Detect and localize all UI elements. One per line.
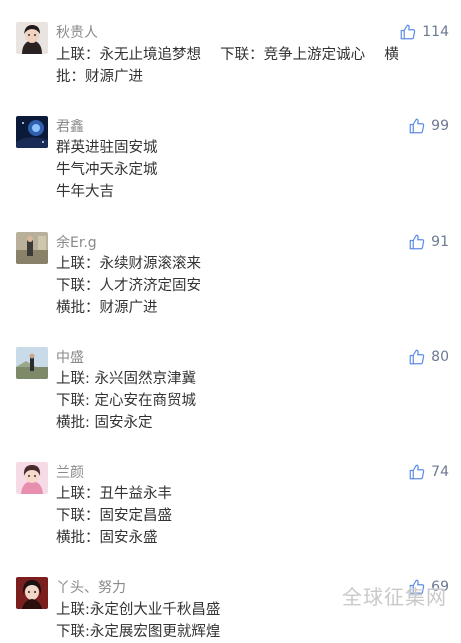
comment-text-line: 横批：固安永盛: [56, 530, 158, 546]
username[interactable]: 丫头、努力: [56, 579, 126, 597]
username[interactable]: 君鑫: [56, 118, 84, 136]
like-count: 91: [431, 234, 449, 250]
username[interactable]: 余Er.g: [56, 234, 97, 252]
avatar[interactable]: [16, 22, 48, 54]
username[interactable]: 兰颜: [56, 464, 84, 482]
comment-text-line: 下联:永定展宏图更就辉煌: [56, 624, 221, 640]
thumbs-up-icon: [409, 464, 425, 480]
like-button[interactable]: 91: [408, 232, 449, 252]
avatar[interactable]: [16, 116, 48, 148]
comment-text-line: 牛气冲天永定城: [56, 162, 158, 178]
thumbs-up-icon: [409, 118, 425, 134]
avatar[interactable]: [16, 462, 48, 494]
like-button[interactable]: 114: [399, 22, 449, 42]
comment-text-line: 上联：永无止境追梦想 下联：竞争上游定诚心 横: [56, 47, 399, 63]
comment-text-line: 下联：人才济济定固安: [56, 278, 201, 294]
username[interactable]: 秋贵人: [56, 24, 98, 42]
like-button[interactable]: 74: [408, 462, 449, 482]
avatar[interactable]: [16, 347, 48, 379]
like-count: 99: [431, 118, 449, 134]
like-count: 74: [431, 464, 449, 480]
thumbs-up-icon: [400, 24, 416, 40]
username[interactable]: 中盛: [56, 349, 84, 367]
like-count: 114: [422, 24, 449, 40]
comment-text-line: 上联:永定创大业千秋昌盛: [56, 602, 221, 618]
avatar[interactable]: [16, 577, 48, 609]
comment-text-line: 群英进驻固安城: [56, 140, 158, 156]
comment-text-line: 上联：丑牛益永丰: [56, 486, 172, 502]
comment-text-line: 上联: 永兴固然京津冀: [56, 371, 196, 387]
comment-text-line: 批：财源广进: [56, 69, 143, 85]
like-button[interactable]: 80: [408, 347, 449, 367]
like-count: 80: [431, 349, 449, 365]
avatar[interactable]: [16, 232, 48, 264]
comment-text-line: 下联：固安定昌盛: [56, 508, 172, 524]
like-button[interactable]: 99: [408, 116, 449, 136]
comment-text-line: 上联：永续财源滚滚来: [56, 256, 201, 272]
thumbs-up-icon: [409, 234, 425, 250]
comment-text-line: 下联: 定心安在商贸城: [56, 393, 196, 409]
comment-text-line: 横批：财源广进: [56, 300, 158, 316]
comment-text-line: 横批: 固安永定: [56, 415, 153, 431]
thumbs-up-icon: [409, 349, 425, 365]
watermark: 全球征集网: [342, 585, 447, 609]
comment-text-line: 牛年大吉: [56, 184, 114, 200]
